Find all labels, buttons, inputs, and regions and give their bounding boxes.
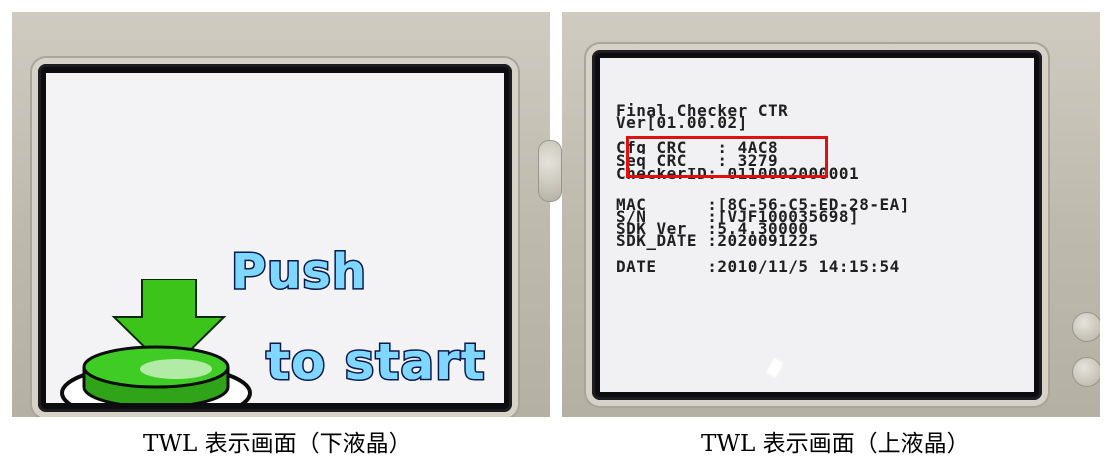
- screen-bezel: Final Checker CTR Ver[01.00.02] CheckerI…: [592, 50, 1042, 400]
- screen-bezel: Push to start: [38, 64, 512, 412]
- left-caption: TWL 表示画面（下液晶）: [143, 431, 412, 457]
- sdk-date-row: SDK_DATE :2020091225: [616, 231, 819, 250]
- top-screen-photo: Final Checker CTR Ver[01.00.02] CheckerI…: [562, 12, 1100, 417]
- bottom-lcd-screen: Push to start: [46, 73, 504, 403]
- reflection-glint: [766, 358, 784, 378]
- push-button-icon: [60, 345, 252, 403]
- console-hinge: [538, 140, 562, 202]
- crc-highlight-box: [626, 136, 828, 178]
- console-button: [1072, 312, 1100, 342]
- date-row: DATE :2010/11/5 14:15:54: [616, 257, 900, 276]
- top-lcd-screen: Final Checker CTR Ver[01.00.02] CheckerI…: [600, 58, 1034, 392]
- right-caption: TWL 表示画面（上液晶）: [701, 431, 970, 457]
- to-start-label: to start: [265, 332, 487, 393]
- console-button: [1072, 357, 1100, 387]
- checker-version: Ver[01.00.02]: [616, 113, 748, 132]
- bottom-screen-photo: Push to start: [12, 12, 550, 417]
- push-label: Push: [229, 243, 368, 302]
